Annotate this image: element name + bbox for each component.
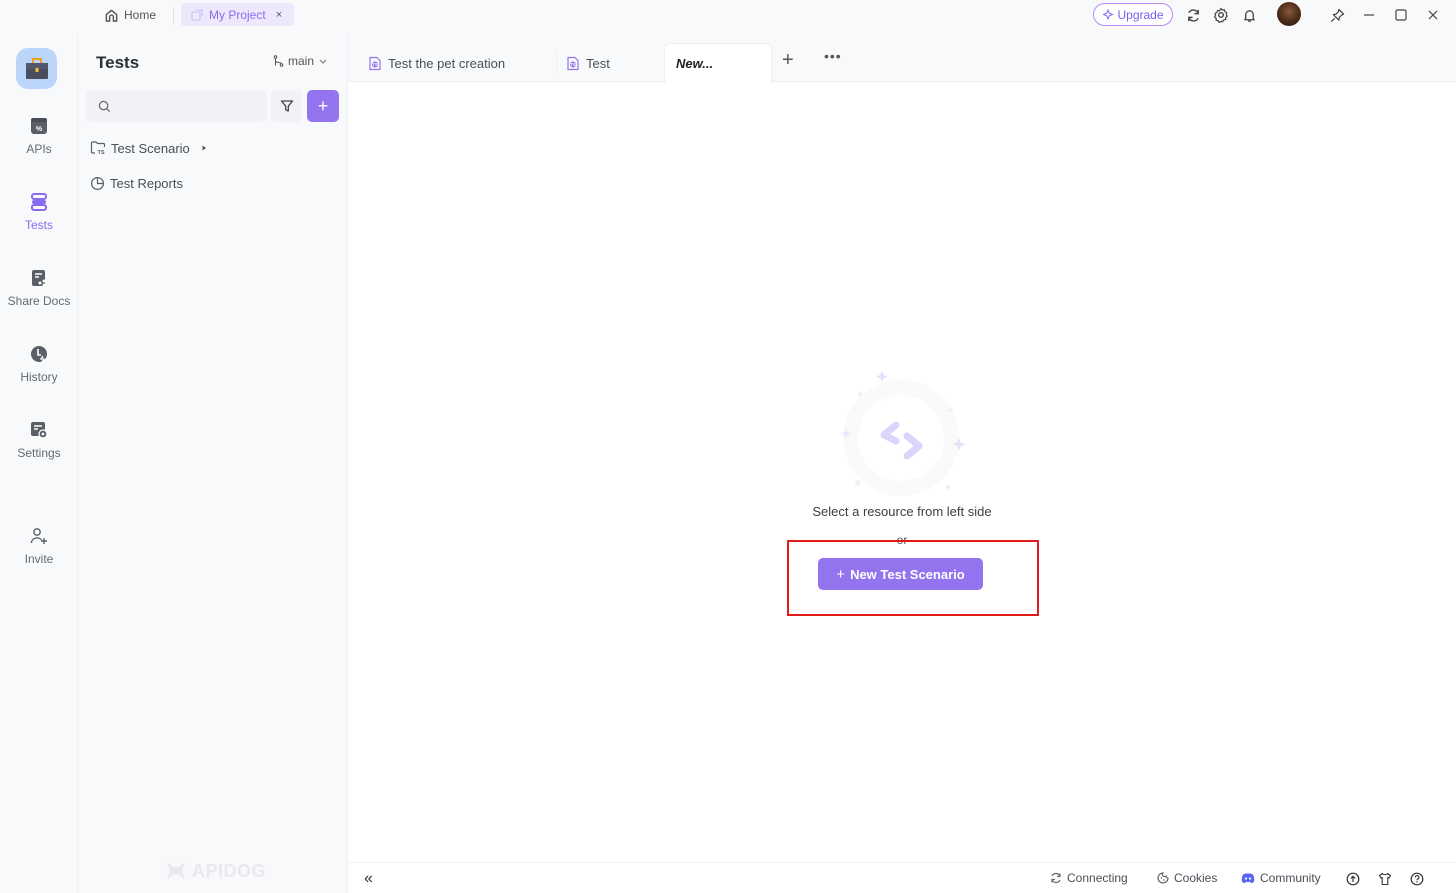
tab-test-the-pet-creation[interactable]: TS Test the pet creation [348, 43, 556, 83]
gear-icon[interactable] [1211, 5, 1231, 25]
tab-test[interactable]: TS Test [546, 43, 656, 83]
sparkle-icon [1102, 8, 1115, 20]
add-tab-button[interactable]: + [782, 50, 794, 70]
branch-label: main [288, 54, 315, 68]
svg-text:%: % [36, 126, 43, 133]
button-label: New Test Scenario [850, 566, 965, 582]
project-logo[interactable] [16, 48, 57, 89]
search-icon [98, 100, 111, 112]
tests-sidebar: Tests main + TS Test Scenario Test Repor… [78, 34, 348, 893]
tests-icon [31, 193, 47, 211]
rail-label: History [20, 370, 58, 384]
connecting-status[interactable]: Connecting [1050, 871, 1128, 885]
tab-new[interactable]: New... [664, 43, 772, 83]
apis-icon: % [31, 118, 47, 134]
external-link-icon [191, 9, 203, 20]
rail-label: Tests [24, 218, 53, 232]
tab-label: New... [676, 56, 714, 71]
apidog-logo-icon [167, 862, 185, 880]
bell-icon[interactable] [1239, 5, 1259, 25]
home-icon [105, 9, 118, 22]
rail-item-invite[interactable]: Invite [0, 526, 78, 566]
branch-selector[interactable]: main [273, 54, 328, 68]
briefcase-icon [25, 57, 48, 79]
divider [173, 7, 174, 25]
minimize-icon[interactable] [1359, 5, 1379, 25]
chevron-down-icon [319, 59, 327, 64]
tab-label: Test the pet creation [388, 55, 506, 71]
watermark-text: APIDOG [192, 860, 267, 881]
plus-icon: + [836, 565, 846, 583]
home-tab[interactable]: Home [104, 5, 156, 25]
empty-state-message: Select a resource from left side [812, 504, 992, 519]
upgrade-label: Upgrade [1117, 7, 1164, 22]
apidog-watermark: APIDOG [164, 860, 266, 882]
more-tabs-button[interactable]: ••• [824, 48, 842, 64]
rail-item-tests[interactable]: Tests [0, 192, 78, 232]
main-panel: TS Test the pet creation TS Test New... … [348, 34, 1456, 862]
filter-button[interactable] [271, 90, 302, 122]
community-button[interactable]: Community [1241, 871, 1321, 885]
rail-item-share-docs[interactable]: Share Docs [0, 268, 78, 308]
project-tab[interactable]: My Project × [181, 3, 294, 26]
sidebar-title: Tests [96, 53, 140, 72]
empty-state-illustration [840, 370, 966, 496]
rail-item-apis[interactable]: % APIs [0, 116, 78, 156]
cookie-icon [1157, 872, 1169, 884]
sync-icon [1051, 872, 1061, 884]
settings-icon [31, 422, 48, 439]
project-tab-label: My Project [209, 7, 266, 22]
branch-icon [273, 55, 284, 67]
connecting-label: Connecting [1067, 871, 1128, 885]
upgrade-button[interactable]: Upgrade [1093, 3, 1173, 26]
tree-item-test-reports[interactable]: Test Reports [90, 172, 183, 194]
svg-text:TS: TS [570, 62, 576, 67]
tree-item-label: Test Reports [110, 175, 183, 191]
rail-label: Share Docs [7, 294, 71, 308]
folder-ts-icon: TS [90, 141, 106, 155]
home-label: Home [124, 8, 157, 22]
filter-icon [280, 100, 293, 112]
caret-right-icon[interactable] [200, 144, 208, 152]
invite-icon [30, 528, 47, 544]
cookies-label: Cookies [1174, 871, 1218, 885]
new-test-scenario-button[interactable]: + New Test Scenario [818, 558, 983, 590]
discord-icon [1241, 873, 1255, 883]
search-box[interactable] [86, 90, 267, 122]
close-icon[interactable] [1423, 5, 1443, 25]
avatar[interactable] [1277, 2, 1301, 26]
navigation-rail: % APIs Tests Share Docs History Settings… [0, 34, 78, 893]
title-bar: Home My Project × Upgrade [0, 0, 1456, 34]
test-scenario-tab-icon: TS [369, 56, 381, 70]
shirt-icon[interactable] [1377, 871, 1393, 887]
rail-item-history[interactable]: History [0, 344, 78, 384]
community-label: Community [1260, 871, 1321, 885]
pie-chart-icon [90, 176, 105, 190]
refresh-icon[interactable] [1183, 5, 1203, 25]
svg-text:TS: TS [97, 150, 104, 155]
search-input[interactable] [117, 99, 257, 113]
or-text: or [896, 533, 908, 547]
tab-bar: TS Test the pet creation TS Test New... … [348, 34, 1456, 83]
history-icon [31, 346, 47, 363]
test-scenario-tab-icon: TS [567, 56, 579, 70]
help-icon[interactable] [1409, 871, 1425, 887]
upload-icon[interactable] [1345, 871, 1361, 887]
maximize-icon[interactable] [1391, 5, 1411, 25]
rail-label: Invite [24, 552, 54, 566]
tab-label: Test [586, 55, 610, 71]
tree-item-label: Test Scenario [111, 140, 190, 156]
rail-item-settings[interactable]: Settings [0, 420, 78, 460]
tree-item-test-scenario[interactable]: TS Test Scenario [90, 137, 208, 159]
svg-text:TS: TS [372, 62, 378, 67]
add-button[interactable]: + [307, 90, 339, 122]
pin-icon[interactable] [1327, 5, 1347, 25]
collapse-sidebar-button[interactable]: « [364, 870, 373, 888]
rail-label: Settings [17, 446, 61, 460]
close-tab-icon[interactable]: × [276, 9, 282, 21]
status-bar: « Connecting Cookies Community [348, 862, 1456, 893]
rail-label: APIs [26, 142, 52, 156]
share-docs-icon [32, 270, 46, 287]
cookies-button[interactable]: Cookies [1157, 871, 1217, 885]
